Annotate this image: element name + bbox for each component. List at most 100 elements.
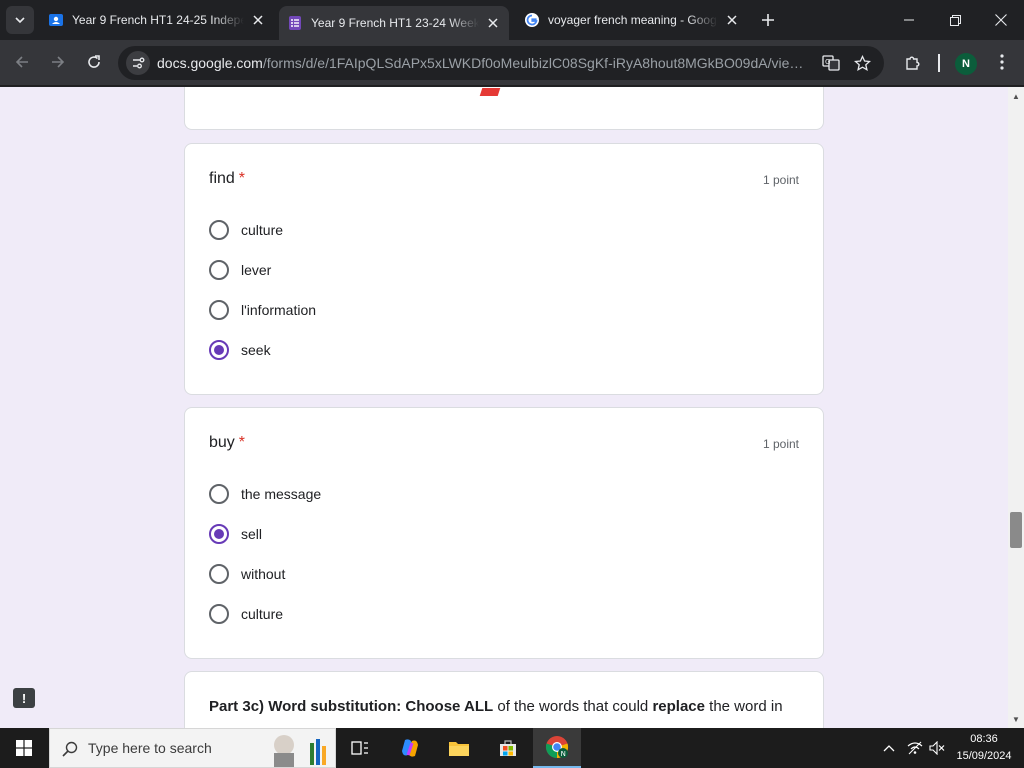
chrome-icon: N — [545, 736, 569, 759]
reload-button[interactable] — [80, 48, 108, 76]
windows-taskbar: Type here to search N 08:36 15/09/2024 — [0, 728, 1024, 768]
file-explorer-button[interactable] — [435, 728, 483, 768]
tab-google-search[interactable]: voyager french meaning - Google Search — [516, 6, 748, 34]
radio-button[interactable] — [209, 484, 229, 504]
show-hidden-icons-button[interactable] — [878, 728, 900, 768]
svg-text:N: N — [561, 750, 566, 758]
option-seek[interactable]: seek — [209, 338, 271, 362]
toolbar-divider — [938, 54, 940, 72]
radio-button[interactable] — [209, 300, 229, 320]
report-feedback-button[interactable]: ! — [13, 688, 35, 708]
option-culture[interactable]: culture — [209, 602, 283, 626]
tab-search-button[interactable] — [6, 6, 34, 34]
more-vert-icon — [1000, 54, 1004, 70]
scroll-up-icon[interactable]: ▲ — [1011, 91, 1021, 101]
arrow-left-icon — [15, 56, 28, 68]
store-icon — [500, 740, 516, 756]
start-button[interactable] — [0, 728, 48, 768]
plus-icon — [762, 14, 774, 26]
search-highlight-illustration — [274, 735, 326, 767]
option-label: culture — [241, 606, 284, 622]
menu-button[interactable] — [988, 48, 1016, 76]
extensions-button[interactable] — [898, 48, 926, 76]
radio-button[interactable] — [209, 564, 229, 584]
radio-button[interactable] — [209, 260, 229, 280]
option-label: seek — [241, 342, 271, 358]
question-points: 1 point — [762, 173, 799, 187]
forward-button[interactable] — [44, 48, 72, 76]
minimize-button[interactable] — [886, 0, 932, 40]
required-mark: * — [238, 434, 246, 451]
option-label: without — [241, 566, 286, 582]
profile-avatar[interactable]: N — [955, 53, 977, 75]
option-information[interactable]: l'information — [209, 298, 316, 322]
feedback-icon: ! — [21, 690, 27, 706]
network-button[interactable] — [904, 728, 926, 768]
taskbar-search-box[interactable]: Type here to search — [49, 728, 336, 768]
wifi-icon — [907, 741, 923, 755]
radio-button-checked[interactable] — [209, 340, 229, 360]
minimize-icon — [904, 19, 914, 21]
tab-forms[interactable]: Year 9 French HT1 23-24 Week 1 — [279, 6, 509, 40]
chevron-down-icon — [15, 17, 25, 24]
question-title: buy * — [209, 434, 246, 451]
search-icon — [62, 741, 78, 757]
windows-icon — [16, 740, 32, 756]
option-label: culture — [241, 222, 284, 238]
question-title: find * — [209, 170, 246, 187]
svg-text:G: G — [825, 58, 830, 66]
option-sell[interactable]: sell — [209, 522, 262, 546]
option-lever[interactable]: lever — [209, 258, 271, 282]
page-scrollbar[interactable]: ▲ ▼ — [1008, 87, 1024, 728]
question-card-find: find * 1 point culture lever l'informatio… — [184, 143, 824, 395]
scrollbar-thumb[interactable] — [1010, 512, 1022, 548]
puzzle-icon — [905, 56, 919, 70]
option-label: l'information — [241, 302, 317, 318]
microsoft-store-button[interactable] — [484, 728, 532, 768]
translate-icon: G — [822, 55, 840, 71]
classroom-icon — [48, 12, 64, 28]
close-icon[interactable] — [485, 15, 501, 31]
volume-button[interactable] — [926, 728, 948, 768]
bookmark-button[interactable] — [848, 49, 876, 77]
close-icon[interactable] — [724, 12, 740, 28]
browser-toolbar: docs.google.com/forms/d/e/1FAIpQLSdAPx5x… — [0, 40, 1024, 86]
form-page: find * 1 point culture lever l'informatio… — [0, 87, 1008, 728]
close-window-button[interactable] — [978, 0, 1024, 40]
chevron-up-icon — [883, 745, 895, 752]
previous-question-card — [184, 87, 824, 130]
question-card-buy: buy * 1 point the message sell without cu… — [184, 407, 824, 659]
option-the-message[interactable]: the message — [209, 482, 321, 506]
translate-button[interactable]: G — [817, 49, 845, 77]
site-info-icon[interactable] — [126, 51, 150, 75]
copilot-button[interactable] — [386, 728, 434, 768]
url-text[interactable]: docs.google.com/forms/d/e/1FAIpQLSdAPx5x… — [157, 55, 812, 71]
option-label: sell — [241, 526, 263, 542]
clock-time: 08:36 — [970, 733, 998, 745]
scroll-down-icon[interactable]: ▼ — [1011, 714, 1021, 724]
back-button[interactable] — [8, 48, 36, 76]
address-bar[interactable]: docs.google.com/forms/d/e/1FAIpQLSdAPx5x… — [118, 46, 884, 80]
chrome-taskbar-button[interactable]: N — [533, 728, 581, 768]
radio-button[interactable] — [209, 220, 229, 240]
restore-button[interactable] — [932, 0, 978, 40]
system-clock[interactable]: 08:36 15/09/2024 — [950, 731, 1018, 765]
clock-date: 15/09/2024 — [956, 750, 1012, 762]
tab-title: Year 9 French HT1 23-24 Week 1 — [311, 16, 479, 30]
close-icon — [995, 14, 1007, 26]
tab-classroom[interactable]: Year 9 French HT1 24-25 Independent — [40, 6, 274, 34]
url-host: docs.google.com — [157, 55, 263, 71]
option-without[interactable]: without — [209, 562, 285, 586]
task-view-icon — [351, 741, 368, 755]
radio-button-checked[interactable] — [209, 524, 229, 544]
star-icon — [853, 54, 871, 71]
task-view-button[interactable] — [336, 728, 384, 768]
part3c-card: Part 3c) Word substitution: Choose ALL o… — [184, 671, 824, 728]
option-culture[interactable]: culture — [209, 218, 283, 242]
required-mark: * — [238, 170, 246, 187]
new-tab-button[interactable] — [756, 8, 780, 32]
close-icon[interactable] — [250, 12, 266, 28]
image-fragment — [479, 88, 501, 96]
radio-button[interactable] — [209, 604, 229, 624]
tab-title: voyager french meaning - Google Search — [548, 13, 718, 27]
